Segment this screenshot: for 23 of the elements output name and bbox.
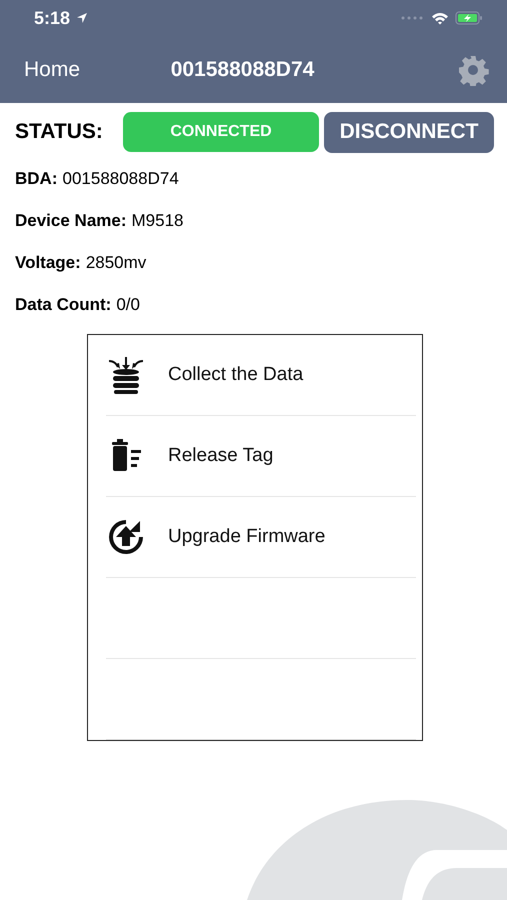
menu-item[interactable]: Upgrade Firmware (106, 497, 416, 578)
field-value: 2850mv (86, 253, 146, 273)
field-value: 001588088D74 (62, 169, 179, 189)
field-value: 0/0 (116, 295, 140, 315)
location-arrow-icon (76, 12, 88, 24)
settings-icon[interactable] (457, 54, 489, 86)
signal-icon (401, 16, 425, 20)
home-button[interactable]: Home (24, 58, 80, 82)
status-label: STATUS: (15, 120, 104, 144)
nav-title: 001588088D74 (170, 58, 316, 82)
database-arrows-icon (106, 355, 146, 395)
battery-icon (455, 11, 483, 25)
disconnect-button[interactable]: DISCONNECT (324, 112, 494, 152)
field-label: Voltage: (15, 253, 81, 273)
connection-status: CONNECTED (123, 112, 319, 152)
field-label: BDA: (15, 169, 58, 189)
menu-item[interactable]: Collect the Data (106, 335, 416, 416)
field-label: Data Count: (15, 295, 112, 315)
wifi-icon (431, 12, 449, 24)
field-label: Device Name: (15, 211, 127, 231)
field-value: M9518 (132, 211, 184, 231)
clock-time: 5:18 (34, 8, 70, 28)
menu-item[interactable]: Release Tag (106, 416, 416, 497)
